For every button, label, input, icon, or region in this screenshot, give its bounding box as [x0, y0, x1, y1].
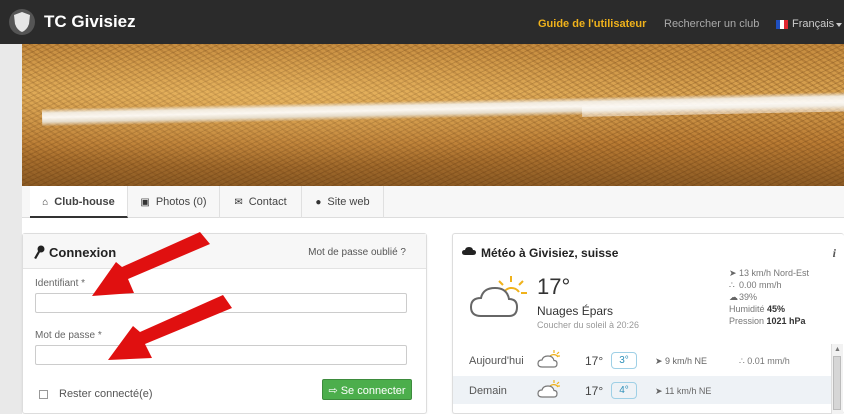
identifier-field[interactable] — [35, 293, 407, 313]
tab-label: Site web — [327, 196, 370, 208]
password-label: Mot de passe * — [35, 330, 102, 341]
forecast-min-temp: 3° — [611, 352, 637, 369]
cloud-icon: ☁ — [729, 292, 738, 302]
pressure-label: Pression — [729, 316, 765, 326]
forecast-wind: ➤ 9 km/h NE — [655, 356, 707, 367]
scrollbar-thumb[interactable] — [833, 356, 841, 410]
sunset-time: Coucher du soleil à 20:26 — [537, 320, 640, 330]
tab-site-web[interactable]: ● Site web — [302, 186, 384, 218]
forecast-temp: 17° — [585, 384, 604, 398]
login-button[interactable]: ⇨ Se connecter — [322, 379, 412, 400]
cloud-icon — [462, 247, 476, 255]
chevron-down-icon — [836, 23, 842, 27]
tab-club-house[interactable]: ⌂ Club-house — [30, 186, 128, 218]
globe-icon: ● — [315, 197, 322, 208]
cloud-cover-value: 39% — [739, 292, 758, 302]
wind-detail: ➤ 13 km/h Nord-Est — [729, 268, 809, 279]
forecast-row — [453, 406, 833, 414]
forecast-rain: ∴ 0.01 mm/h — [739, 356, 790, 367]
forecast-wind-value: 9 km/h NE — [665, 356, 708, 366]
top-navbar: TC Givisiez Guide de l'utilisateur Reche… — [0, 0, 844, 44]
tab-contact[interactable]: ✉ Contact — [220, 186, 302, 218]
french-flag-icon — [776, 20, 788, 29]
login-panel: Connexion Mot de passe oublié ? Identifi… — [22, 233, 427, 414]
precipitation-detail: ∴ 0.00 mm/h — [729, 280, 782, 291]
home-icon: ⌂ — [42, 197, 49, 208]
rain-icon: ∴ — [729, 280, 735, 290]
tab-label: Club-house — [54, 196, 115, 208]
wind-value: 13 km/h Nord-Est — [739, 268, 810, 278]
sign-in-icon: ⇨ — [328, 385, 341, 397]
forecast-day: Aujourd'hui — [469, 355, 524, 367]
language-selector[interactable]: Français — [792, 18, 834, 30]
info-icon[interactable]: i — [833, 246, 836, 261]
forecast-temp: 17° — [585, 354, 604, 368]
forgot-password-link[interactable]: Mot de passe oublié ? — [308, 247, 406, 258]
pressure-value: 1021 hPa — [766, 316, 806, 326]
pressure-detail: Pression 1021 hPa — [729, 316, 806, 326]
wind-arrow-icon: ➤ — [729, 268, 737, 278]
remember-me-label[interactable]: Rester connecté(e) — [59, 388, 153, 400]
scroll-up-icon[interactable]: ▲ — [834, 346, 841, 353]
cloud-cover-detail: ☁39% — [729, 292, 757, 303]
forecast-row: Demain 17° 4° ➤ 11 km/h NE — [453, 376, 833, 404]
key-icon — [34, 245, 45, 259]
password-field[interactable] — [35, 345, 407, 365]
precipitation-value: 0.00 mm/h — [739, 280, 782, 290]
login-header: Connexion Mot de passe oublié ? — [23, 234, 426, 269]
forecast-row: Aujourd'hui 17° 3° ➤ 9 km/h NE ∴ 0.01 mm… — [453, 346, 833, 374]
image-icon: ▣ — [140, 197, 150, 208]
brand-title[interactable]: TC Givisiez — [44, 12, 136, 32]
forecast-wind-value: 11 km/h NE — [665, 386, 712, 396]
shield-logo-icon[interactable] — [8, 7, 36, 37]
tab-photos[interactable]: ▣ Photos (0) — [128, 186, 220, 218]
partly-cloudy-icon — [469, 276, 527, 317]
login-title: Connexion — [49, 245, 117, 260]
partly-cloudy-icon — [537, 380, 560, 398]
club-banner-image — [22, 44, 844, 186]
weather-panel: Météo à Givisiez, suisse i 17° Nuages Ép… — [452, 233, 844, 414]
identifier-label: Identifiant * — [35, 278, 86, 289]
partly-cloudy-icon — [537, 350, 560, 368]
wind-arrow-icon: ➤ — [655, 356, 666, 366]
tab-label: Contact — [248, 196, 287, 208]
wind-arrow-icon: ➤ — [655, 386, 666, 396]
envelope-icon: ✉ — [234, 197, 243, 208]
login-button-label: Se connecter — [340, 385, 406, 397]
club-tabs: ⌂ Club-house ▣ Photos (0) ✉ Contact ● Site w… — [22, 186, 844, 218]
current-condition: Nuages Épars — [537, 304, 614, 318]
forecast-min-temp: 4° — [611, 382, 637, 399]
forecast-wind: ➤ 11 km/h NE — [655, 386, 711, 397]
weather-title: Météo à Givisiez, suisse — [481, 246, 619, 260]
current-temperature: 17° — [537, 274, 571, 299]
humidity-detail: Humidité 45% — [729, 304, 785, 314]
forecast-rain-value: 0.01 mm/h — [747, 356, 790, 366]
tab-label: Photos (0) — [155, 196, 207, 208]
humidity-label: Humidité — [729, 304, 765, 314]
search-club-link[interactable]: Rechercher un club — [664, 18, 759, 30]
rain-icon: ∴ — [739, 356, 748, 366]
forecast-day: Demain — [469, 385, 507, 397]
weather-header: Météo à Givisiez, suisse i — [453, 234, 844, 269]
humidity-value: 45% — [767, 304, 786, 314]
remember-me-checkbox[interactable] — [39, 390, 48, 399]
user-guide-link[interactable]: Guide de l'utilisateur — [538, 18, 646, 30]
